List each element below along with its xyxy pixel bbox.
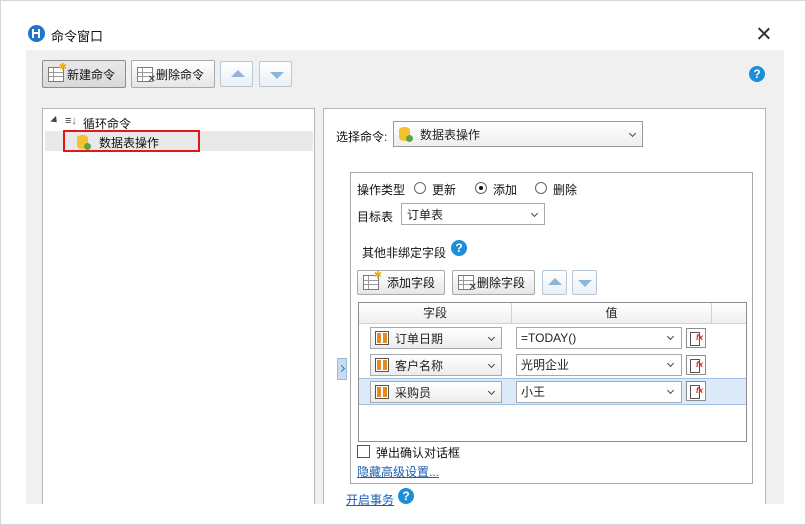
radio-delete-label: 删除 bbox=[553, 183, 578, 197]
table-row[interactable]: 采购员 小王 bbox=[359, 378, 746, 405]
move-down-button[interactable] bbox=[259, 61, 292, 87]
new-sheet-icon: ✱ bbox=[48, 62, 67, 82]
value-text: 小王 bbox=[521, 385, 546, 399]
transaction-help-icon[interactable]: ? bbox=[398, 488, 414, 504]
confirm-dialog-label: 弹出确认对话框 bbox=[376, 446, 461, 460]
value-text: 光明企业 bbox=[521, 358, 570, 372]
radio-delete[interactable] bbox=[535, 182, 547, 194]
table-row[interactable]: 客户名称 光明企业 bbox=[359, 352, 746, 378]
loop-icon: ≡↓ bbox=[65, 115, 77, 127]
operation-group: 操作类型 更新 添加 删除 目标表 订单表 其他非绑定字段 ? ✱ 添加字段 ✕… bbox=[350, 172, 753, 484]
formula-editor-icon[interactable] bbox=[686, 328, 706, 348]
chevron-down-icon bbox=[628, 129, 637, 138]
table-row[interactable]: 订单日期 =TODAY() bbox=[359, 325, 746, 351]
chevron-down-icon bbox=[487, 387, 496, 396]
command-window: 命令窗口 ✱ 新建命令 ✕ 删除命令 ? ≡↓ 循环命令 数据表操作 选择命令:… bbox=[22, 16, 788, 507]
target-table-label: 目标表 bbox=[357, 210, 394, 224]
open-transaction-link[interactable]: 开启事务 bbox=[346, 491, 394, 508]
title-bar: 命令窗口 bbox=[22, 16, 788, 50]
delete-field-icon: ✕ bbox=[458, 275, 477, 293]
add-field-icon: ✱ bbox=[363, 271, 382, 290]
field-name: 采购员 bbox=[395, 385, 432, 400]
field-select[interactable]: 订单日期 bbox=[370, 327, 502, 349]
arrow-down-icon bbox=[578, 280, 592, 287]
field-value-grid: 字段 值 订单日期 =TODAY() fx 客户名称 光明企业 fx 采购员 小… bbox=[358, 302, 747, 442]
hide-advanced-settings-link[interactable]: 隐藏高级设置... bbox=[357, 463, 439, 480]
close-icon[interactable] bbox=[752, 22, 776, 46]
chevron-down-icon bbox=[666, 332, 675, 341]
delete-sheet-icon: ✕ bbox=[137, 66, 156, 84]
delete-command-label: 删除命令 bbox=[156, 67, 205, 82]
target-table-select[interactable]: 订单表 bbox=[401, 203, 545, 225]
selection-highlight-box bbox=[63, 130, 200, 152]
chevron-down-icon bbox=[666, 386, 675, 395]
app-logo-icon bbox=[28, 25, 45, 42]
new-command-label: 新建命令 bbox=[67, 67, 116, 82]
add-field-button[interactable]: ✱ 添加字段 bbox=[357, 270, 445, 295]
field-name: 客户名称 bbox=[395, 358, 444, 373]
unbound-fields-label: 其他非绑定字段 bbox=[362, 246, 447, 260]
select-command-label: 选择命令: bbox=[336, 130, 388, 144]
collapse-toggle[interactable] bbox=[337, 358, 347, 380]
command-select-value: 数据表操作 bbox=[420, 127, 481, 142]
value-input[interactable]: 小王 bbox=[516, 381, 682, 403]
delete-command-button[interactable]: ✕ 删除命令 bbox=[131, 60, 215, 88]
field-select[interactable]: 客户名称 bbox=[370, 354, 502, 376]
target-table-value: 订单表 bbox=[407, 207, 444, 222]
value-input[interactable]: 光明企业 bbox=[516, 354, 682, 376]
unbound-fields-help-icon[interactable]: ? bbox=[451, 240, 467, 256]
grid-header: 字段 值 bbox=[359, 303, 746, 324]
operation-type-label: 操作类型 bbox=[357, 183, 406, 197]
arrow-up-icon bbox=[231, 70, 245, 77]
command-tree: ≡↓ 循环命令 数据表操作 bbox=[42, 108, 315, 504]
dialog-body: ✱ 新建命令 ✕ 删除命令 ? ≡↓ 循环命令 数据表操作 选择命令: 数据表操… bbox=[26, 50, 784, 507]
delete-field-button[interactable]: ✕ 删除字段 bbox=[452, 270, 535, 295]
field-icon bbox=[375, 385, 389, 399]
data-table-icon bbox=[399, 127, 413, 142]
radio-update[interactable] bbox=[414, 182, 426, 194]
chevron-down-icon bbox=[487, 360, 496, 369]
field-icon bbox=[375, 358, 389, 372]
expander-icon[interactable] bbox=[50, 115, 60, 126]
field-icon bbox=[375, 331, 389, 345]
window-title: 命令窗口 bbox=[51, 29, 104, 44]
chevron-down-icon bbox=[530, 209, 539, 218]
delete-field-label: 删除字段 bbox=[477, 276, 526, 290]
value-input[interactable]: =TODAY() bbox=[516, 327, 682, 349]
command-settings-panel: 选择命令: 数据表操作 操作类型 更新 添加 删除 目标表 订单表 其他非绑定字… bbox=[323, 108, 766, 507]
field-move-down-button[interactable] bbox=[572, 270, 597, 295]
column-header-value[interactable]: 值 bbox=[512, 303, 712, 324]
radio-add-label: 添加 bbox=[493, 183, 518, 197]
confirm-dialog-checkbox[interactable] bbox=[357, 445, 370, 458]
move-up-button[interactable] bbox=[220, 61, 253, 87]
column-header-field[interactable]: 字段 bbox=[359, 303, 512, 324]
value-text: =TODAY() bbox=[521, 331, 577, 345]
formula-editor-icon[interactable] bbox=[686, 355, 706, 375]
add-field-label: 添加字段 bbox=[387, 276, 436, 290]
command-select[interactable]: 数据表操作 bbox=[393, 121, 643, 147]
help-icon[interactable]: ? bbox=[749, 66, 765, 82]
arrow-down-icon bbox=[270, 72, 284, 79]
new-command-button[interactable]: ✱ 新建命令 bbox=[42, 60, 126, 88]
field-move-up-button[interactable] bbox=[542, 270, 567, 295]
radio-add[interactable] bbox=[475, 182, 487, 194]
chevron-down-icon bbox=[487, 333, 496, 342]
field-name: 订单日期 bbox=[395, 331, 444, 346]
arrow-up-icon bbox=[548, 278, 562, 285]
formula-editor-icon[interactable] bbox=[686, 381, 706, 401]
chevron-down-icon bbox=[666, 359, 675, 368]
field-select[interactable]: 采购员 bbox=[370, 381, 502, 403]
radio-update-label: 更新 bbox=[432, 183, 457, 197]
